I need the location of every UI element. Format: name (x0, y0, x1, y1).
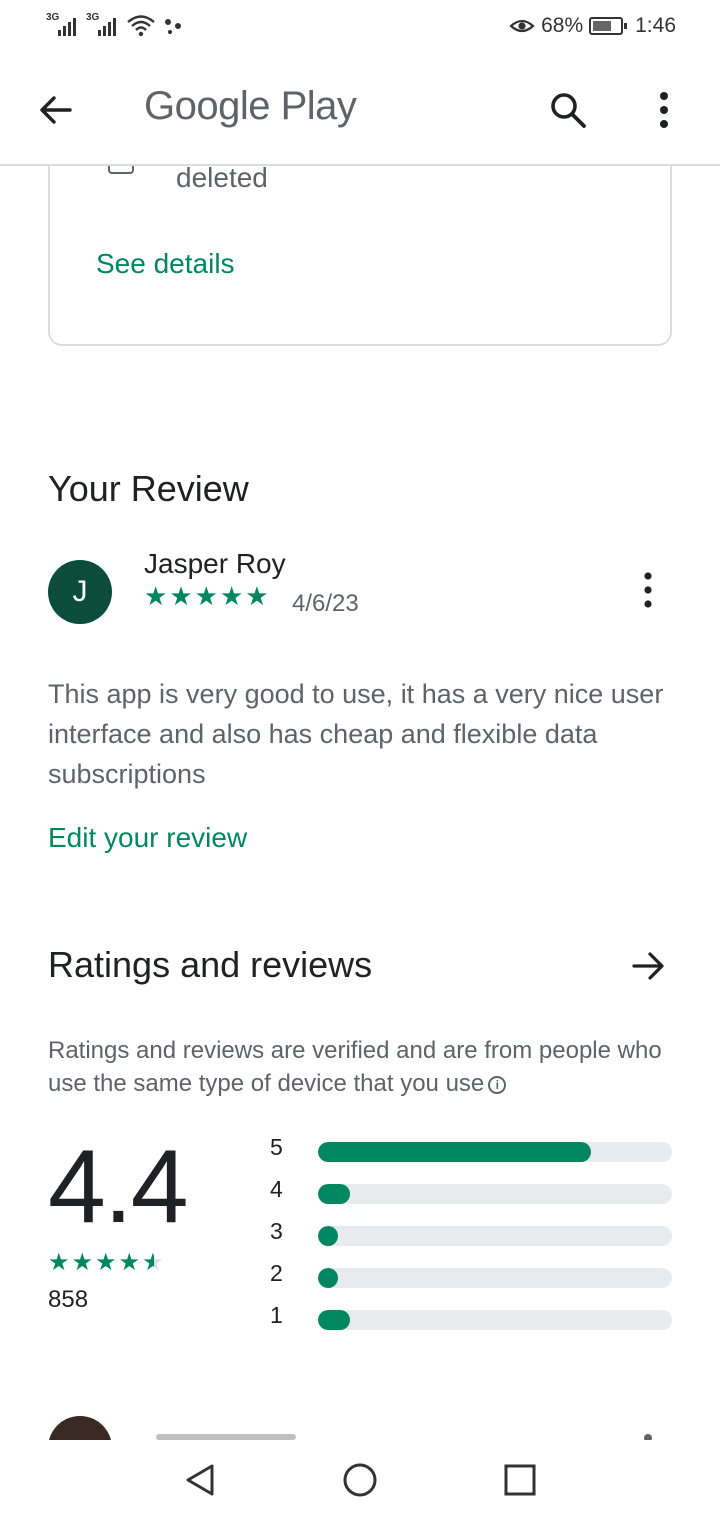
rating-bar-fill (318, 1268, 338, 1288)
star-icon: ★ (95, 1249, 117, 1276)
battery-percent: 68% (541, 14, 584, 37)
rating-bar-track (318, 1142, 672, 1162)
rating-bar-fill (318, 1310, 350, 1330)
average-rating: 4.4 (48, 1129, 189, 1245)
cell-signal-1-icon: 3G (46, 12, 80, 38)
system-nav-bar (0, 1440, 720, 1520)
rating-bar-track (318, 1226, 672, 1246)
nav-home-icon[interactable] (340, 1460, 380, 1500)
rating-bar-label: 4 (270, 1176, 283, 1202)
half-star-icon: ★ (142, 1249, 164, 1276)
review-date: 4/6/23 (292, 590, 359, 617)
ratings-heading[interactable]: Ratings and reviews (48, 944, 372, 986)
search-icon[interactable] (546, 88, 590, 132)
see-details-link[interactable]: See details (96, 248, 235, 280)
rating-bar-label: 3 (270, 1218, 283, 1244)
rating-bar-row: 3 (270, 1218, 672, 1248)
rating-bar-row: 5 (270, 1134, 672, 1164)
app-bar: Google Play (0, 56, 720, 166)
back-arrow-icon[interactable] (36, 90, 76, 130)
review-more-vert-icon[interactable] (636, 570, 660, 610)
review-text: This app is very good to use, it has a v… (48, 679, 664, 789)
rating-bar-track (318, 1310, 672, 1330)
battery-icon (589, 17, 628, 35)
star-icon: ★ (118, 1249, 141, 1276)
rating-bar-fill (318, 1142, 591, 1162)
reviewer-name: Jasper Roy (144, 548, 286, 579)
content-scroll[interactable]: deleted See details Your Review J Jasper… (0, 166, 720, 1440)
status-right: 68% 1:46 (509, 14, 676, 38)
hotspot-icon (165, 19, 181, 34)
star-icon: ★ (48, 1249, 70, 1276)
status-left: 3G 3G (46, 12, 184, 38)
rating-bar-row: 2 (270, 1260, 672, 1290)
star-icon: ★ (169, 581, 193, 611)
more-vert-icon[interactable] (648, 88, 680, 132)
data-safety-card: deleted See details (48, 166, 672, 346)
star-icon: ★ (245, 581, 269, 611)
rating-bar-track (318, 1268, 672, 1288)
clock: 1:46 (635, 14, 676, 37)
avatar: J (48, 560, 112, 624)
star-icon: ★ (144, 581, 168, 611)
wifi-icon (127, 15, 155, 37)
rating-bar-track (318, 1184, 672, 1204)
your-review-heading: Your Review (48, 468, 249, 509)
status-bar: 3G 3G 68% 1:46 (0, 0, 720, 56)
eye-comfort-icon (509, 19, 535, 33)
rating-bar-row: 4 (270, 1176, 672, 1206)
cell-signal-2-icon: 3G (86, 12, 120, 38)
info-icon[interactable]: i (488, 1075, 507, 1094)
data-deleted-text: deleted (176, 166, 268, 193)
rating-bar-fill (318, 1184, 350, 1204)
rating-bar-row: 1 (270, 1302, 672, 1332)
star-icon: ★ (194, 581, 218, 611)
rating-bar-label: 1 (270, 1302, 283, 1328)
rating-bar-label: 2 (270, 1260, 283, 1286)
checkbox-icon (108, 166, 134, 174)
star-icon: ★ (71, 1249, 94, 1276)
rating-bar-label: 5 (270, 1134, 283, 1160)
average-stars: ★ ★ ★ ★ ★ (48, 1250, 164, 1276)
star-icon: ★ (219, 581, 244, 611)
next-reviewer-avatar (48, 1416, 112, 1440)
nav-back-icon[interactable] (180, 1460, 220, 1500)
rating-bar-fill (318, 1226, 338, 1246)
verified-note: Ratings and reviews are verified and are… (48, 1034, 688, 1100)
nav-recents-icon[interactable] (500, 1460, 540, 1500)
app-title: Google Play (144, 84, 357, 128)
verified-note-text: Ratings and reviews are verified and are… (48, 1037, 662, 1097)
review-count: 858 (48, 1286, 89, 1313)
arrow-right-icon[interactable] (628, 946, 668, 986)
review-stars: ★ ★ ★ ★ ★ (144, 582, 269, 610)
edit-review-link[interactable]: Edit your review (48, 822, 247, 854)
